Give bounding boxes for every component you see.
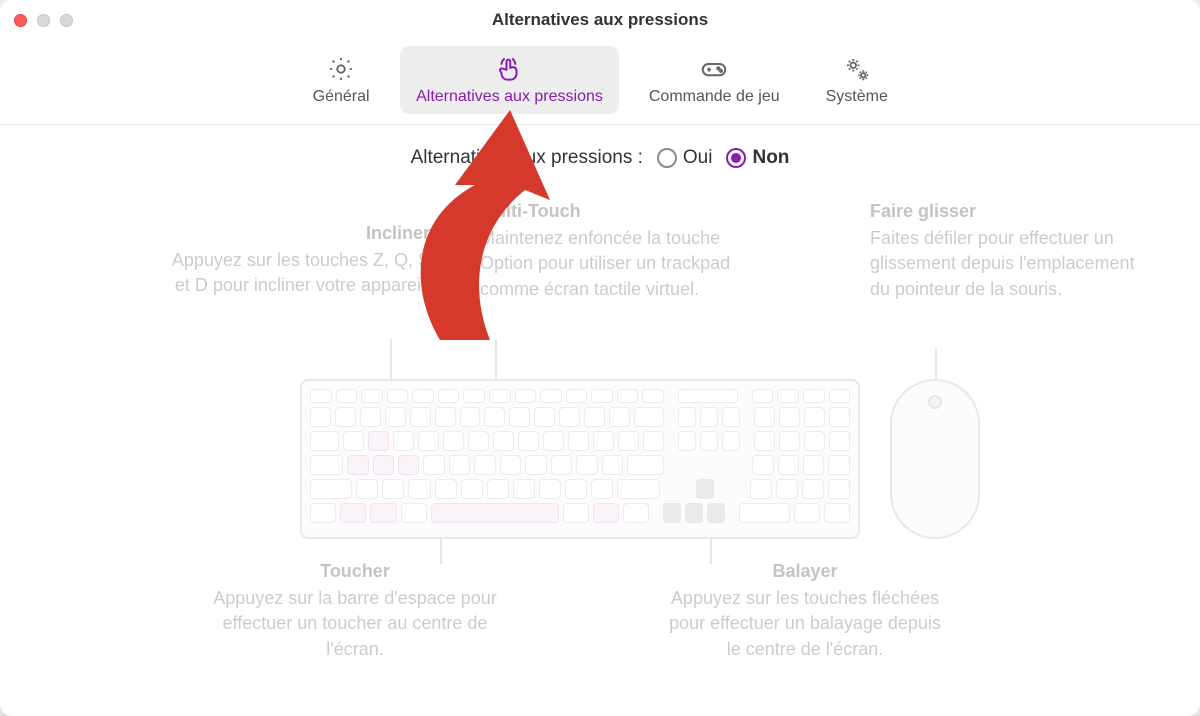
callout-multitouch: Multi-Touch Maintenez enfoncée la touche…: [480, 199, 770, 302]
toggle-label: Alternatives aux pressions :: [411, 147, 643, 169]
preferences-window: Alternatives aux pressions Général Alter…: [0, 0, 1200, 716]
gears-icon: [842, 54, 872, 84]
callout-desc: Appuyez sur les touches Z, Q, S et D pou…: [170, 248, 430, 298]
tab-label: Alternatives aux pressions: [416, 88, 603, 106]
traffic-lights: [14, 14, 73, 27]
diagram-area: Incliner Appuyez sur les touches Z, Q, S…: [40, 209, 1160, 716]
tab-bar: Général Alternatives aux pressions Comma…: [0, 40, 1200, 125]
tab-alternatives[interactable]: Alternatives aux pressions: [400, 46, 619, 114]
callout-desc: Maintenez enfoncée la touche Option pour…: [480, 226, 770, 302]
window-title: Alternatives aux pressions: [0, 0, 1200, 40]
callout-balayer: Balayer Appuyez sur les touches fléchées…: [660, 559, 950, 662]
callout-title: Faire glisser: [870, 199, 1140, 224]
gamepad-icon: [699, 54, 729, 84]
tab-gamecontrol[interactable]: Commande de jeu: [633, 46, 796, 114]
callout-desc: Appuyez sur la barre d'espace pour effec…: [210, 586, 500, 662]
callout-desc: Faites défiler pour effectuer un glissem…: [870, 226, 1140, 302]
zoom-button[interactable]: [60, 14, 73, 27]
radio-text: Non: [752, 147, 789, 169]
gear-icon: [327, 54, 355, 84]
tab-label: Système: [826, 88, 888, 106]
keyboard-illustration: [300, 379, 860, 539]
callout-glisser: Faire glisser Faites défiler pour effect…: [870, 199, 1140, 302]
radio-text: Oui: [683, 147, 713, 169]
tab-label: Général: [313, 88, 370, 106]
titlebar: Alternatives aux pressions: [0, 0, 1200, 40]
callout-title: Toucher: [210, 559, 500, 584]
callout-title: Balayer: [660, 559, 950, 584]
callout-title: Multi-Touch: [480, 199, 770, 224]
toggle-row: Alternatives aux pressions : Oui Non: [40, 147, 1160, 169]
tab-system[interactable]: Système: [810, 46, 904, 114]
minimize-button[interactable]: [37, 14, 50, 27]
tab-label: Commande de jeu: [649, 88, 780, 106]
tab-general[interactable]: Général: [296, 46, 386, 114]
radio-non[interactable]: Non: [726, 147, 789, 169]
close-button[interactable]: [14, 14, 27, 27]
callout-toucher: Toucher Appuyez sur la barre d'espace po…: [210, 559, 500, 662]
callout-desc: Appuyez sur les touches fléchées pour ef…: [660, 586, 950, 662]
touch-icon: [494, 54, 524, 84]
callout-incliner: Incliner Appuyez sur les touches Z, Q, S…: [170, 221, 430, 299]
radio-oui[interactable]: Oui: [657, 147, 713, 169]
radio-icon: [726, 148, 746, 168]
callout-title: Incliner: [170, 221, 430, 246]
mouse-illustration: [890, 379, 980, 539]
radio-icon: [657, 148, 677, 168]
content-area: Alternatives aux pressions : Oui Non Inc…: [0, 125, 1200, 716]
